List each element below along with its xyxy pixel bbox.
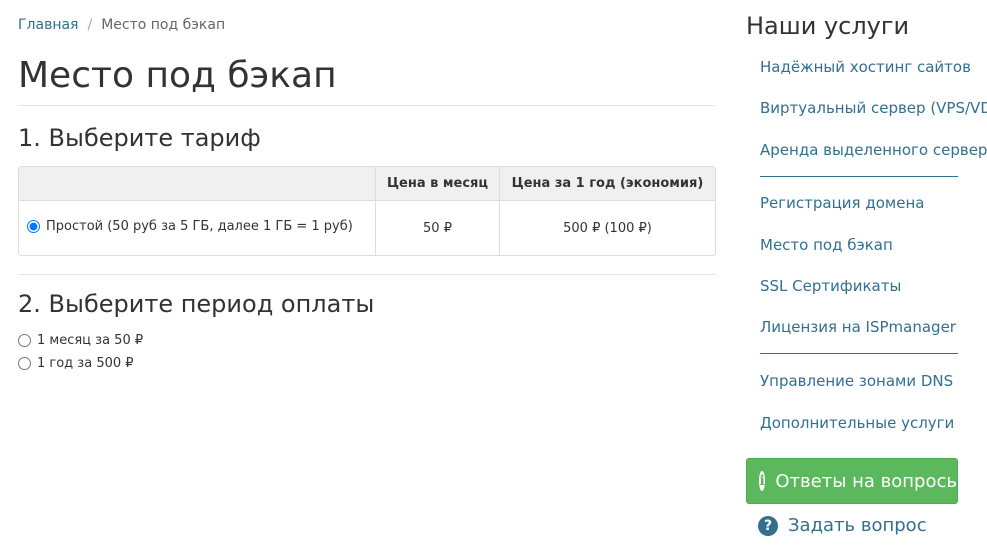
sidebar-link-hosting[interactable]: Надёжный хостинг сайтов [760, 58, 971, 76]
table-row[interactable]: Простой (50 руб за 5 ГБ, далее 1 ГБ = 1 … [19, 201, 715, 255]
ask-question-label: Задать вопрос [788, 515, 927, 536]
period-label-month: 1 месяц за 50 ₽ [37, 333, 144, 348]
sidebar-link-dns[interactable]: Управление зонами DNS [760, 372, 953, 390]
sidebar-link-extra[interactable]: Дополнительные услуги [760, 414, 954, 432]
sidebar-link-ispmanager[interactable]: Лицензия на ISPmanager [760, 318, 956, 336]
faq-button-label: Ответы на вопрось [775, 470, 957, 492]
breadcrumb-separator: / [87, 17, 93, 33]
faq-button[interactable]: i Ответы на вопрось [746, 458, 958, 504]
question-icon: ? [758, 515, 778, 536]
sidebar-separator [760, 353, 958, 354]
breadcrumb: Главная / Место под бэкап [18, 17, 225, 33]
sidebar-link-dedicated[interactable]: Аренда выделенного сервера [760, 141, 987, 159]
column-header-monthly: Цена в месяц [375, 167, 499, 201]
period-option-month[interactable]: 1 месяц за 50 ₽ [18, 333, 143, 348]
table-header-row: Цена в месяц Цена за 1 год (экономия) [19, 167, 715, 201]
tariff-option[interactable]: Простой (50 руб за 5 ГБ, далее 1 ГБ = 1 … [27, 219, 353, 234]
tariff-radio[interactable] [27, 220, 40, 233]
tariff-yearly-price: 500 ₽ (100 ₽) [499, 201, 715, 255]
step2-title: 2. Выберите период оплаты [18, 290, 375, 318]
column-header-name [19, 167, 375, 201]
tariff-table: Цена в месяц Цена за 1 год (экономия) Пр… [18, 166, 716, 256]
tariff-name: Простой (50 руб за 5 ГБ, далее 1 ГБ = 1 … [46, 219, 353, 234]
sidebar-link-domain[interactable]: Регистрация домена [760, 194, 924, 212]
sidebar-link-backup[interactable]: Место под бэкап [760, 236, 893, 254]
period-option-year[interactable]: 1 год за 500 ₽ [18, 356, 134, 371]
sidebar-title: Наши услуги [746, 12, 910, 40]
tariff-monthly-price: 50 ₽ [375, 201, 499, 255]
breadcrumb-current: Место под бэкап [101, 17, 226, 33]
period-radio-year[interactable] [18, 357, 31, 370]
page-title: Место под бэкап [18, 55, 337, 96]
tariff-name-cell: Простой (50 руб за 5 ГБ, далее 1 ГБ = 1 … [19, 201, 375, 255]
period-label-year: 1 год за 500 ₽ [37, 356, 134, 371]
breadcrumb-home-link[interactable]: Главная [18, 17, 78, 33]
info-icon: i [759, 471, 766, 491]
sidebar-link-vps[interactable]: Виртуальный сервер (VPS/VDS) [760, 99, 987, 117]
divider [18, 274, 716, 275]
period-radio-month[interactable] [18, 334, 31, 347]
ask-question-link[interactable]: ? Задать вопрос [758, 515, 927, 536]
sidebar-separator [760, 176, 958, 177]
step1-title: 1. Выберите тариф [18, 124, 261, 152]
divider [18, 105, 716, 106]
column-header-yearly: Цена за 1 год (экономия) [499, 167, 715, 201]
sidebar-link-ssl[interactable]: SSL Сертификаты [760, 277, 901, 295]
